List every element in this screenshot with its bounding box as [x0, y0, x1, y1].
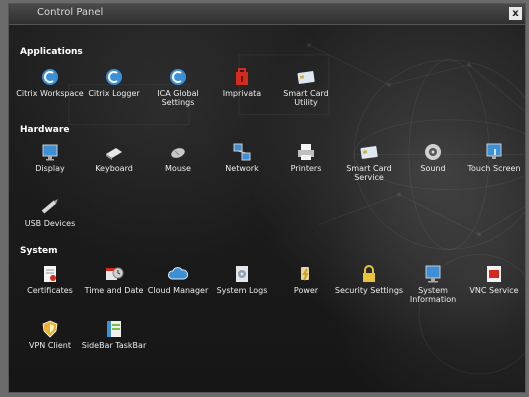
display-label: Display: [35, 164, 65, 173]
citrix-workspace-label: Citrix Workspace: [16, 89, 84, 98]
sidebar-icon: [104, 319, 124, 339]
smart-card-icon: [359, 142, 379, 162]
certificate-icon: [40, 264, 60, 284]
citrix-logger-icon: [104, 67, 124, 87]
system-information-label: System Information: [409, 286, 457, 304]
vpn-client-item[interactable]: VPN Client: [19, 319, 81, 373]
usb-icon: [40, 197, 60, 217]
keyboard-icon: [104, 142, 124, 162]
security-settings-item[interactable]: Security Settings: [335, 264, 403, 318]
section-hardware: Hardware: [20, 125, 70, 135]
ica-global-settings-item[interactable]: ICA Global Settings: [147, 67, 209, 121]
imprivata-item[interactable]: Imprivata: [211, 67, 273, 121]
log-icon: [232, 264, 252, 284]
shield-icon: [40, 319, 60, 339]
touch-screen-label: Touch Screen: [467, 164, 521, 173]
usb-devices-label: USB Devices: [24, 219, 76, 228]
lock-icon: [359, 264, 379, 284]
sound-icon: [423, 142, 443, 162]
sidebar-taskbar-item[interactable]: SideBar TaskBar: [82, 319, 146, 373]
close-button[interactable]: x: [509, 7, 522, 20]
sidebar-taskbar-label: SideBar TaskBar: [81, 341, 147, 350]
printer-icon: [296, 142, 316, 162]
title-bar[interactable]: Control Panel x: [9, 4, 525, 25]
touch-screen-icon: [484, 142, 504, 162]
network-icon: [232, 142, 252, 162]
system-logs-item[interactable]: System Logs: [211, 264, 273, 318]
info-icon: [423, 264, 443, 284]
cloud-manager-item[interactable]: Cloud Manager: [147, 264, 209, 318]
sound-label: Sound: [420, 164, 446, 173]
usb-devices-item[interactable]: USB Devices: [19, 197, 81, 251]
ica-global-settings-label: ICA Global Settings: [157, 89, 199, 107]
power-icon: [296, 264, 316, 284]
vnc-service-item[interactable]: VNC Service: [463, 264, 525, 318]
mouse-item[interactable]: Mouse: [147, 142, 209, 196]
mouse-icon: [168, 142, 188, 162]
keyboard-item[interactable]: Keyboard: [83, 142, 145, 196]
control-panel-window: Control Panel x Applications Citrix Work…: [8, 3, 526, 393]
section-system: System: [20, 246, 58, 256]
keyboard-label: Keyboard: [95, 164, 133, 173]
mouse-label: Mouse: [165, 164, 191, 173]
citrix-workspace-icon: [40, 67, 60, 87]
ica-settings-icon: [168, 67, 188, 87]
imprivata-label: Imprivata: [222, 89, 262, 98]
certificates-label: Certificates: [27, 286, 73, 295]
touch-screen-item[interactable]: Touch Screen: [463, 142, 525, 196]
security-settings-label: Security Settings: [334, 286, 404, 295]
printers-item[interactable]: Printers: [275, 142, 337, 196]
window-title: Control Panel: [37, 7, 104, 18]
vnc-service-label: VNC Service: [469, 286, 519, 295]
display-item[interactable]: Display: [19, 142, 81, 196]
vnc-icon: [484, 264, 504, 284]
system-information-item[interactable]: System Information: [402, 264, 464, 318]
network-label: Network: [225, 164, 259, 173]
power-item[interactable]: Power: [275, 264, 337, 318]
citrix-logger-item[interactable]: Citrix Logger: [83, 67, 145, 121]
smart-card-service-label: Smart Card Service: [346, 164, 392, 182]
section-applications: Applications: [20, 47, 83, 57]
power-label: Power: [293, 286, 319, 295]
sound-item[interactable]: Sound: [402, 142, 464, 196]
cloud-manager-label: Cloud Manager: [147, 286, 209, 295]
smart-card-icon: [296, 67, 316, 87]
smart-card-service-item[interactable]: Smart Card Service: [338, 142, 400, 196]
smart-card-utility-item[interactable]: Smart Card Utility: [275, 67, 337, 121]
time-and-date-item[interactable]: Time and Date: [83, 264, 145, 318]
network-item[interactable]: Network: [211, 142, 273, 196]
certificates-item[interactable]: Certificates: [19, 264, 81, 318]
printers-label: Printers: [290, 164, 322, 173]
imprivata-icon: [232, 67, 252, 87]
cloud-icon: [168, 264, 188, 284]
time-and-date-label: Time and Date: [84, 286, 144, 295]
vpn-client-label: VPN Client: [29, 341, 71, 350]
system-logs-label: System Logs: [216, 286, 268, 295]
control-panel-content: Applications Citrix Workspace Citrix Log…: [9, 25, 525, 392]
citrix-logger-label: Citrix Logger: [88, 89, 140, 98]
smart-card-utility-label: Smart Card Utility: [283, 89, 329, 107]
clock-icon: [104, 264, 124, 284]
citrix-workspace-item[interactable]: Citrix Workspace: [16, 67, 84, 121]
display-icon: [40, 142, 60, 162]
